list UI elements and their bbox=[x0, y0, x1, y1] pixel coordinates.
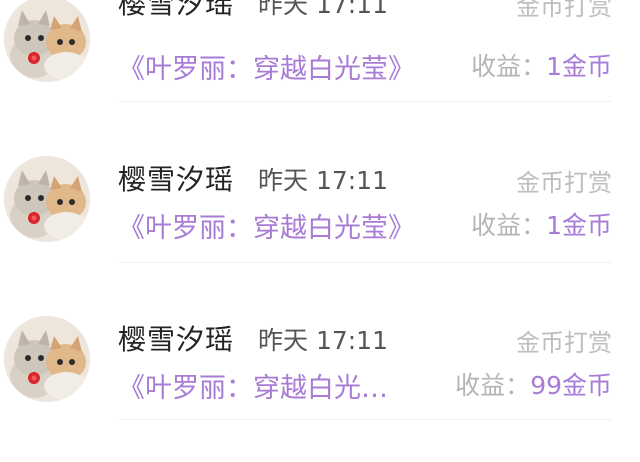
reward-record[interactable]: 樱雪汐瑶 昨天 17:11 金币打赏 《叶罗丽：穿越白光莹》 收益：1金币 bbox=[0, 0, 640, 142]
divider bbox=[118, 419, 612, 420]
income: 收益：99金币 bbox=[455, 366, 612, 402]
user-avatar[interactable] bbox=[4, 0, 90, 82]
reward-type: 金币打赏 bbox=[516, 329, 612, 357]
user-avatar[interactable] bbox=[4, 316, 90, 402]
income: 收益：1金币 bbox=[471, 206, 612, 242]
username[interactable]: 樱雪汐瑶 bbox=[118, 0, 234, 22]
username[interactable]: 樱雪汐瑶 bbox=[118, 158, 234, 198]
user-avatar[interactable] bbox=[4, 156, 90, 242]
income-label: 收益： bbox=[471, 211, 547, 240]
income-label: 收益： bbox=[471, 52, 547, 81]
income-value: 1金币 bbox=[546, 211, 612, 240]
book-title-link[interactable]: 《叶罗丽：穿越白光莹》 bbox=[118, 206, 415, 245]
income-value: 99金币 bbox=[530, 371, 612, 400]
income-value: 1金币 bbox=[546, 52, 612, 81]
reward-record[interactable]: 樱雪汐瑶 昨天 17:11 金币打赏 《叶罗丽：穿越白光莹》 收益：1金币 bbox=[0, 142, 640, 302]
income: 收益：1金币 bbox=[471, 47, 612, 83]
username[interactable]: 樱雪汐瑶 bbox=[118, 318, 234, 358]
reward-record[interactable]: 樱雪汐瑶 昨天 17:11 金币打赏 《叶罗丽：穿越白光… 收益：99金币 bbox=[0, 302, 640, 462]
book-title-link[interactable]: 《叶罗丽：穿越白光… bbox=[118, 366, 388, 405]
book-title-link[interactable]: 《叶罗丽：穿越白光莹》 bbox=[118, 47, 415, 86]
cats-avatar-icon bbox=[4, 0, 90, 82]
reward-type: 金币打赏 bbox=[516, 0, 612, 21]
cats-avatar-icon bbox=[4, 156, 90, 242]
timestamp: 昨天 17:11 bbox=[258, 0, 388, 19]
reward-type: 金币打赏 bbox=[516, 169, 612, 197]
divider bbox=[118, 101, 612, 102]
timestamp: 昨天 17:11 bbox=[258, 166, 388, 195]
cats-avatar-icon bbox=[4, 316, 90, 402]
divider bbox=[118, 262, 612, 263]
timestamp: 昨天 17:11 bbox=[258, 326, 388, 355]
income-label: 收益： bbox=[455, 371, 531, 400]
